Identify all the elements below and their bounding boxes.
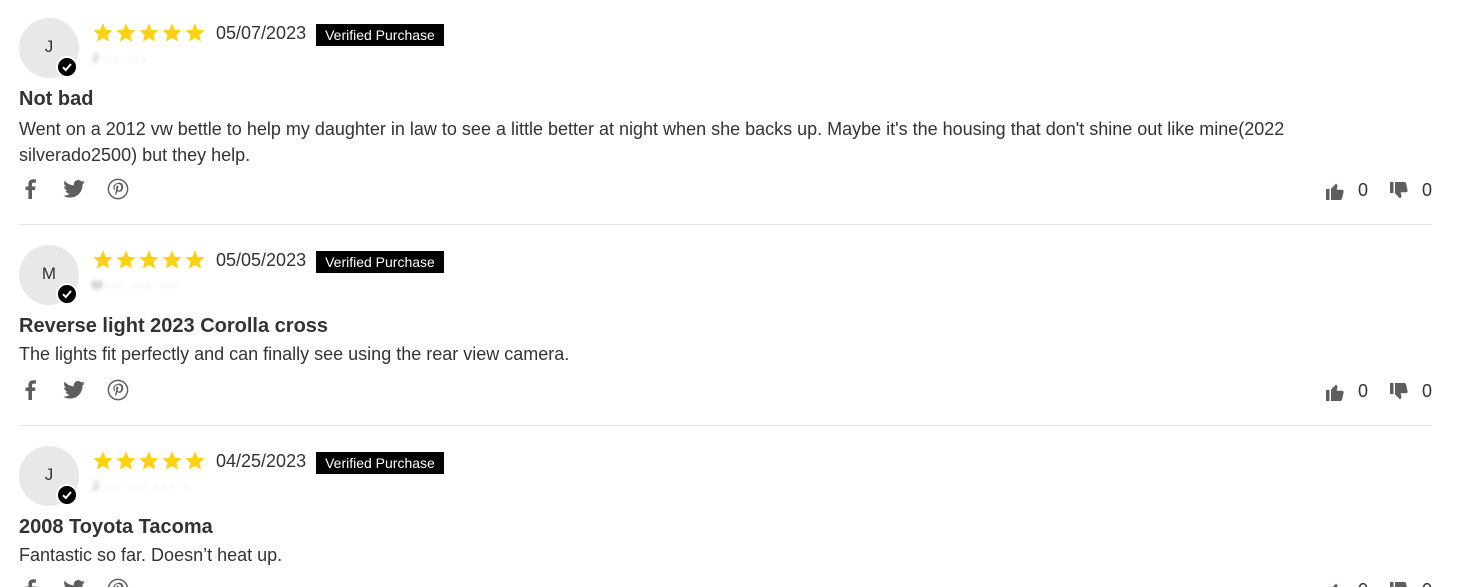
author-name: M··· ··· ··· bbox=[92, 278, 181, 292]
review-divider bbox=[19, 425, 1432, 426]
verified-purchase-badge: Verified Purchase bbox=[316, 451, 444, 474]
facebook-icon[interactable] bbox=[19, 578, 41, 587]
star-icon bbox=[161, 450, 183, 472]
review-body: The lights fit perfectly and can finally… bbox=[19, 344, 570, 364]
share-links bbox=[19, 578, 129, 587]
avatar-initial: J bbox=[44, 465, 54, 484]
twitter-icon[interactable] bbox=[63, 178, 85, 200]
thumbs-up-icon bbox=[1325, 382, 1345, 402]
thumbs-down-icon bbox=[1389, 581, 1409, 587]
star-icon bbox=[161, 22, 183, 44]
review-meta: 05/07/2023 Verified Purchase bbox=[92, 20, 444, 46]
thumbs-down-button[interactable]: 0 bbox=[1389, 580, 1432, 587]
review-title: Reverse light 2023 Corolla cross bbox=[19, 315, 329, 337]
review-body: Went on a 2012 vw bettle to help my daug… bbox=[19, 119, 1285, 165]
facebook-icon[interactable] bbox=[19, 379, 41, 401]
share-links bbox=[19, 379, 129, 401]
review-date: 05/07/2023 bbox=[216, 22, 307, 43]
twitter-icon[interactable] bbox=[63, 379, 85, 401]
downvote-count: 0 bbox=[1421, 381, 1432, 401]
star-icon bbox=[92, 22, 114, 44]
star-icon bbox=[92, 450, 114, 472]
star-icon bbox=[138, 249, 160, 271]
star-icon bbox=[161, 249, 183, 271]
verified-purchase-badge: Verified Purchase bbox=[316, 250, 444, 273]
star-icon bbox=[184, 22, 206, 44]
star-icon bbox=[92, 249, 114, 271]
star-rating bbox=[92, 450, 206, 472]
thumbs-down-button[interactable]: 0 bbox=[1389, 180, 1432, 201]
share-links bbox=[19, 178, 129, 200]
pinterest-icon[interactable] bbox=[107, 578, 129, 587]
star-icon bbox=[138, 22, 160, 44]
thumbs-up-icon bbox=[1325, 181, 1345, 201]
verified-checkmark-icon bbox=[56, 56, 78, 78]
upvote-count: 0 bbox=[1357, 180, 1368, 200]
review-meta: 04/25/2023 Verified Purchase bbox=[92, 448, 444, 474]
thumbs-up-button[interactable]: 0 bbox=[1325, 381, 1368, 402]
star-icon bbox=[138, 450, 160, 472]
pinterest-icon[interactable] bbox=[107, 379, 129, 401]
verified-purchase-badge: Verified Purchase bbox=[316, 23, 444, 46]
avatar-initial: M bbox=[41, 264, 57, 283]
review-title: Not bad bbox=[19, 88, 94, 110]
thumbs-up-button[interactable]: 0 bbox=[1325, 580, 1368, 587]
star-icon bbox=[115, 450, 137, 472]
thumbs-down-button[interactable]: 0 bbox=[1389, 381, 1432, 402]
verified-checkmark-icon bbox=[56, 283, 78, 305]
star-rating bbox=[92, 249, 206, 271]
avatar-initial: J bbox=[44, 37, 54, 56]
upvote-count: 0 bbox=[1358, 580, 1368, 587]
upvote-count: 0 bbox=[1357, 381, 1368, 401]
review-date: 04/25/2023 bbox=[216, 450, 307, 471]
star-icon bbox=[115, 22, 137, 44]
review-votes: 0 0 bbox=[1325, 180, 1432, 201]
star-icon bbox=[184, 249, 206, 271]
review-title: 2008 Toyota Tacoma bbox=[19, 516, 213, 538]
thumbs-down-icon bbox=[1389, 382, 1409, 402]
thumbs-up-icon bbox=[1325, 581, 1345, 587]
reviews-list: J 05/07/2023 Verified Purchase J··· ··· … bbox=[0, 0, 1469, 587]
star-rating bbox=[92, 22, 206, 44]
verified-checkmark-icon bbox=[56, 484, 78, 506]
downvote-count: 0 bbox=[1422, 580, 1432, 587]
review-divider bbox=[19, 224, 1432, 225]
twitter-icon[interactable] bbox=[63, 578, 85, 587]
author-name: J··· ··· ··· · bbox=[92, 479, 190, 493]
downvote-count: 0 bbox=[1421, 180, 1432, 200]
pinterest-icon[interactable] bbox=[107, 178, 129, 200]
star-icon bbox=[115, 249, 137, 271]
review-date: 05/05/2023 bbox=[216, 249, 307, 270]
facebook-icon[interactable] bbox=[19, 178, 41, 200]
author-name: J··· ··· bbox=[92, 51, 150, 65]
thumbs-down-icon bbox=[1389, 181, 1409, 201]
star-icon bbox=[184, 450, 206, 472]
review-votes: 0 0 bbox=[1325, 580, 1432, 587]
review-body: Fantastic so far. Doesn’t heat up. bbox=[19, 545, 283, 565]
thumbs-up-button[interactable]: 0 bbox=[1325, 180, 1368, 201]
review-votes: 0 0 bbox=[1325, 381, 1432, 402]
review-meta: 05/05/2023 Verified Purchase bbox=[92, 247, 444, 273]
